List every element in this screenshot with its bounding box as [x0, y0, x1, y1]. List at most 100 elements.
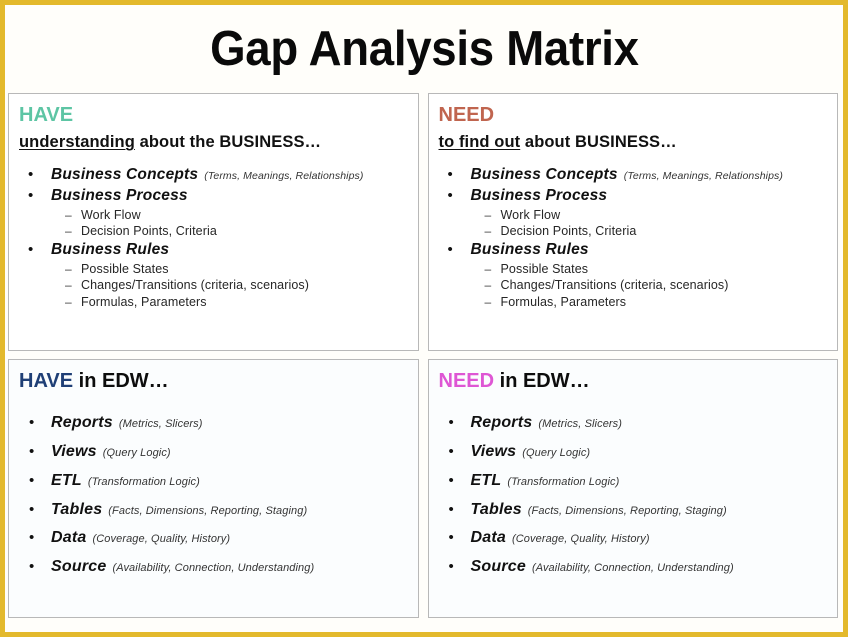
- have-edw-list: • Reports (Metrics, Slicers) • Views (Quer…: [19, 414, 410, 577]
- panel-have-edw: HAVE in EDW… • Reports (Metrics, Slicers)…: [8, 359, 419, 618]
- list-item-note: (Query Logic): [102, 447, 171, 460]
- list-item: • Source (Availability, Connection, Under…: [439, 558, 830, 577]
- dash-icon: –: [484, 207, 492, 222]
- list-item-note: (Coverage, Quality, History): [511, 533, 650, 546]
- sub-list-item: – Changes/Transitions (criteria, scenari…: [19, 278, 410, 294]
- list-item: • Source (Availability, Connection, Under…: [19, 558, 410, 577]
- list-item-note: (Availability, Connection, Understanding…: [112, 562, 315, 575]
- list-item: • Tables (Facts, Dimensions, Reporting, S…: [439, 501, 830, 520]
- bullet-icon: •: [448, 443, 454, 461]
- bullet-icon: •: [447, 241, 453, 259]
- sub-list-item: – Changes/Transitions (criteria, scenari…: [439, 278, 830, 294]
- panel-need-edw-keyword: NEED: [438, 370, 495, 392]
- panel-have-business: HAVE understanding about the BUSINESS… •…: [8, 93, 419, 351]
- list-item-note: (Facts, Dimensions, Reporting, Staging): [527, 504, 727, 517]
- list-item-heading: Business Concepts: [470, 166, 618, 184]
- list-item: • Business Concepts (Terms, Meanings, Rel…: [19, 166, 410, 185]
- sub-list-item-label: Work Flow: [81, 207, 141, 222]
- list-item: • Data (Coverage, Quality, History): [19, 529, 410, 548]
- list-item-heading: Business Process: [470, 187, 608, 205]
- bullet-icon: •: [28, 241, 34, 259]
- sub-list-item: – Possible States: [439, 262, 830, 278]
- sub-list-item: – Formulas, Parameters: [19, 295, 410, 311]
- list-item-note: (Metrics, Slicers): [538, 418, 623, 431]
- bullet-icon: •: [448, 529, 454, 547]
- panel-have-business-subtitle-rest: about the BUSINESS…: [139, 133, 322, 152]
- list-item-heading: Data: [470, 529, 506, 547]
- list-item: • Views (Query Logic): [439, 443, 830, 462]
- bullet-icon: •: [448, 471, 454, 489]
- sub-list-item: – Possible States: [19, 262, 410, 278]
- gap-analysis-slide: Gap Analysis Matrix HAVE understanding a…: [0, 0, 848, 637]
- panel-have-edw-keyword: HAVE: [19, 370, 74, 392]
- dash-icon: –: [484, 261, 492, 276]
- panel-need-edw: NEED in EDW… • Reports (Metrics, Slicers)…: [427, 359, 838, 618]
- list-item: • ETL (Transformation Logic): [19, 472, 410, 491]
- title-bar: Gap Analysis Matrix: [5, 5, 843, 93]
- need-business-list: • Business Concepts (Terms, Meanings, Rel…: [439, 166, 830, 310]
- list-item-heading: Reports: [51, 414, 113, 432]
- bullet-icon: •: [28, 166, 34, 184]
- list-item: • Business Rules: [439, 241, 830, 260]
- list-item-note: (Metrics, Slicers): [118, 418, 203, 431]
- dash-icon: –: [484, 295, 492, 310]
- panel-need-business-subtitle-rest: about BUSINESS…: [524, 133, 677, 152]
- list-item-heading: Business Process: [51, 187, 188, 205]
- bullet-icon: •: [28, 187, 34, 205]
- list-item-heading: Source: [51, 558, 107, 576]
- bullet-icon: •: [29, 414, 35, 432]
- list-item-heading: Tables: [51, 500, 103, 518]
- page-title: Gap Analysis Matrix: [209, 22, 639, 76]
- dash-icon: –: [65, 261, 72, 276]
- list-item-heading: Business Concepts: [51, 166, 199, 184]
- list-item-note: (Facts, Dimensions, Reporting, Staging): [108, 504, 308, 517]
- list-item-note: (Coverage, Quality, History): [92, 533, 231, 546]
- panel-have-edw-title: HAVE in EDW…: [19, 370, 410, 392]
- list-item-heading: Tables: [470, 500, 522, 518]
- dash-icon: –: [484, 224, 492, 239]
- list-item-heading: Business Rules: [470, 241, 589, 259]
- sub-list-item-label: Possible States: [500, 261, 589, 276]
- list-item-note: (Transformation Logic): [87, 475, 200, 488]
- sub-list-item-label: Formulas, Parameters: [500, 295, 627, 310]
- bullet-icon: •: [29, 471, 35, 489]
- panel-have-edw-title-rest: in EDW…: [73, 370, 169, 392]
- gap-analysis-matrix: HAVE understanding about the BUSINESS… •…: [5, 93, 843, 618]
- list-item-note: (Transformation Logic): [507, 475, 620, 488]
- sub-list-item: – Decision Points, Criteria: [439, 224, 830, 240]
- sub-list-item: – Formulas, Parameters: [439, 295, 830, 311]
- dash-icon: –: [65, 295, 72, 310]
- list-item: • Business Rules: [19, 241, 410, 260]
- panel-need-business-subtitle: to find out about BUSINESS…: [439, 133, 830, 152]
- list-item-heading: Business Rules: [51, 241, 170, 259]
- sub-list-item-label: Changes/Transitions (criteria, scenarios…: [500, 278, 729, 293]
- panel-have-business-keyword: HAVE: [19, 104, 74, 126]
- panel-need-business: NEED to find out about BUSINESS… • Busin…: [427, 93, 838, 351]
- sub-list-item-label: Decision Points, Criteria: [500, 224, 637, 239]
- list-item: • Reports (Metrics, Slicers): [19, 414, 410, 433]
- need-edw-list: • Reports (Metrics, Slicers) • Views (Quer…: [439, 414, 830, 577]
- dash-icon: –: [484, 278, 492, 293]
- list-item-heading: Data: [51, 529, 87, 547]
- list-item: • Data (Coverage, Quality, History): [439, 529, 830, 548]
- have-business-list: • Business Concepts (Terms, Meanings, Rel…: [19, 166, 410, 310]
- list-item-heading: Source: [470, 558, 526, 576]
- list-item-note: (Availability, Connection, Understanding…: [531, 562, 734, 575]
- bullet-icon: •: [448, 500, 454, 518]
- list-item-heading: Views: [470, 443, 517, 461]
- list-item-note: (Terms, Meanings, Relationships): [204, 170, 364, 183]
- bullet-icon: •: [447, 187, 453, 205]
- list-item: • Business Process: [439, 187, 830, 206]
- sub-list-item: – Work Flow: [439, 208, 830, 224]
- sub-list-item-label: Possible States: [81, 261, 169, 276]
- bullet-icon: •: [29, 500, 35, 518]
- panel-need-business-subtitle-underlined: to find out: [438, 133, 521, 152]
- panel-need-business-title: NEED: [439, 104, 830, 126]
- sub-list-item-label: Decision Points, Criteria: [81, 224, 217, 239]
- list-item-heading: ETL: [51, 471, 82, 489]
- panel-need-business-keyword: NEED: [438, 104, 495, 126]
- dash-icon: –: [65, 224, 72, 239]
- list-item-heading: ETL: [470, 471, 502, 489]
- panel-need-edw-title-rest: in EDW…: [494, 370, 590, 392]
- list-item-note: (Query Logic): [522, 447, 591, 460]
